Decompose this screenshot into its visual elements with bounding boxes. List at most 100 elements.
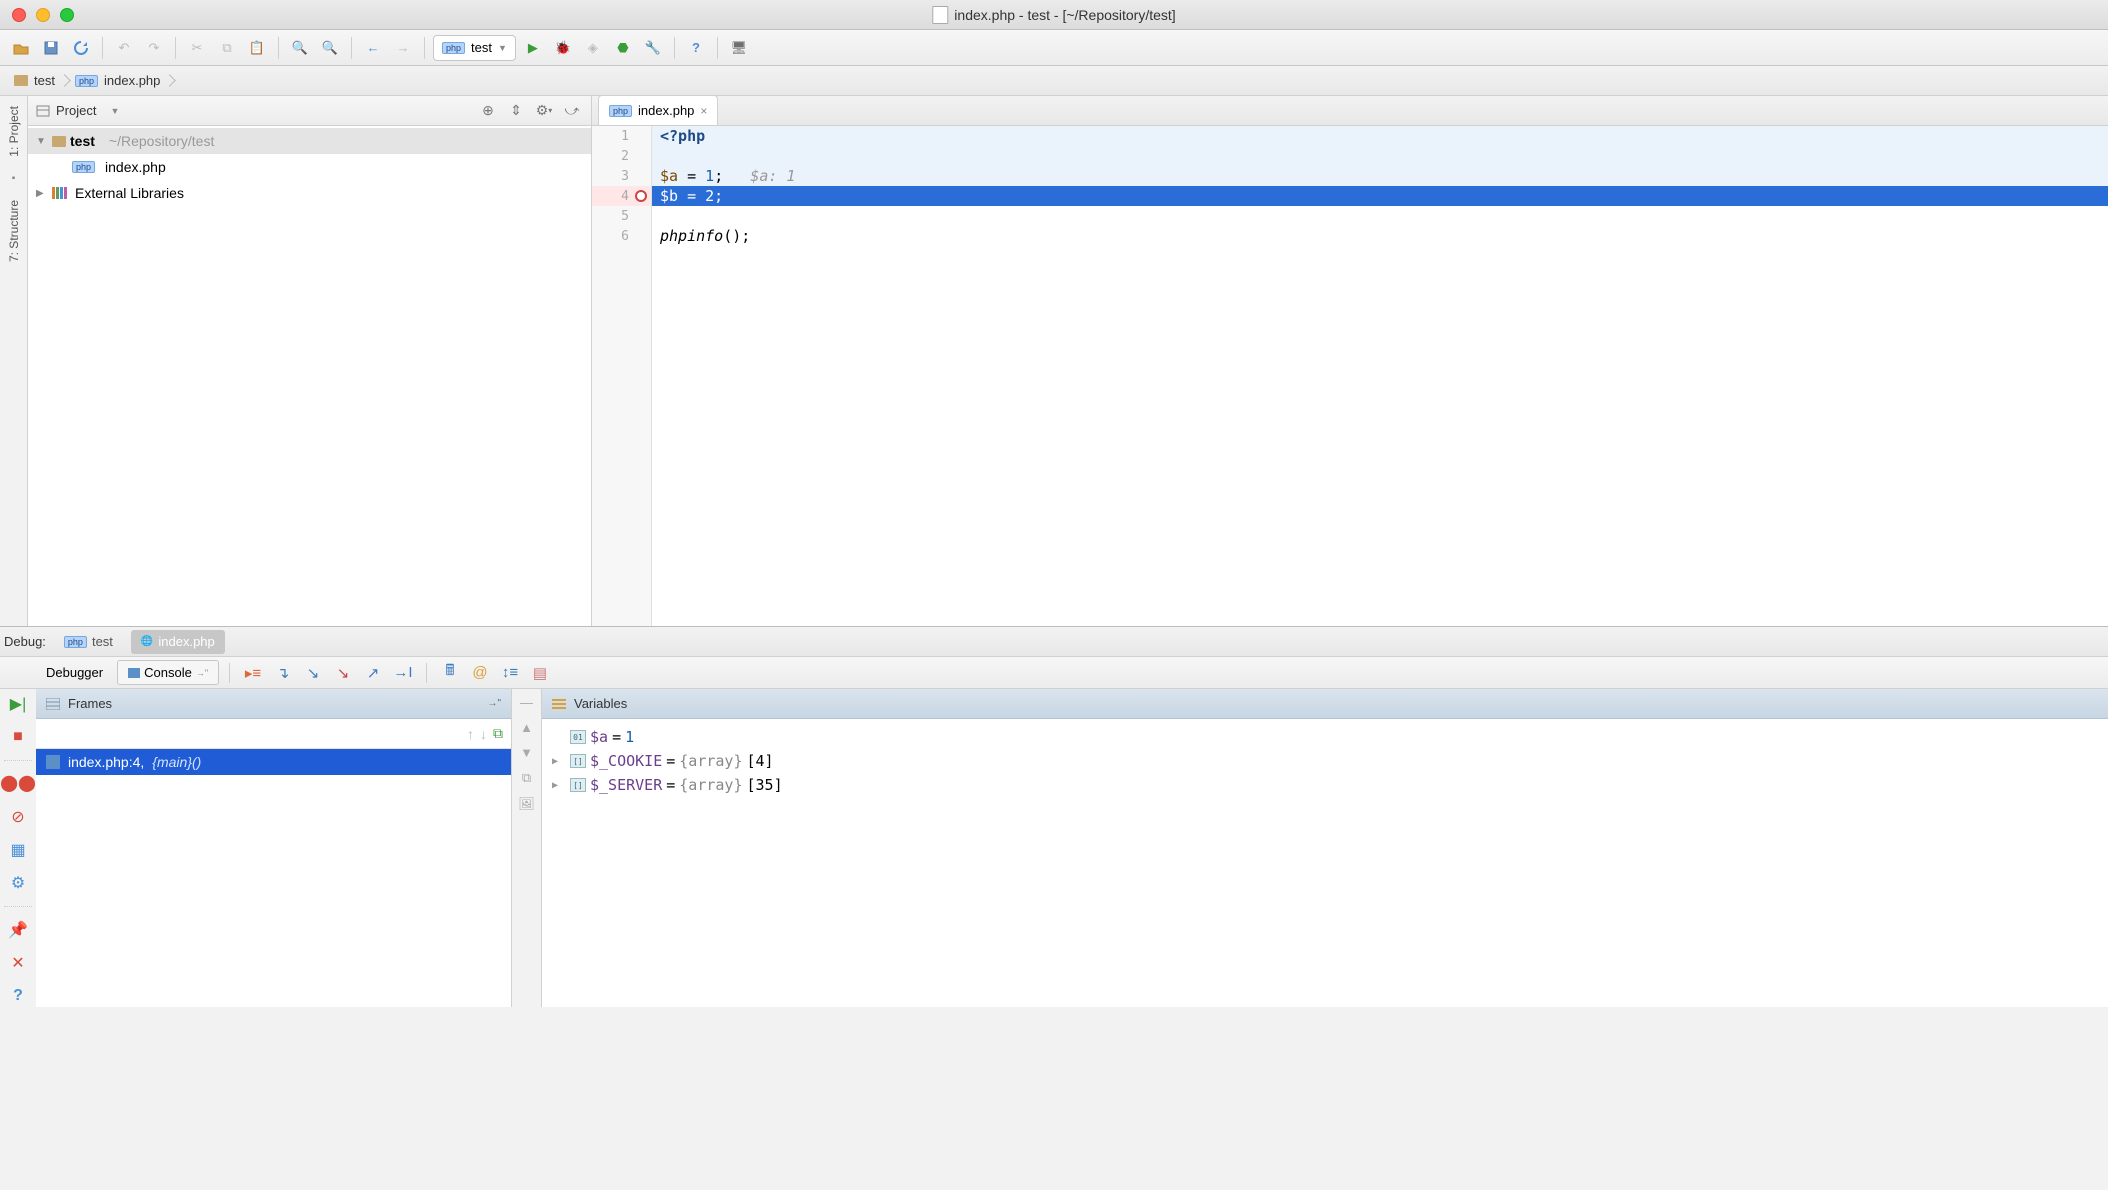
minus-icon[interactable]: — bbox=[520, 695, 533, 710]
close-icon[interactable]: ✕ bbox=[7, 952, 29, 973]
editor-gutter[interactable]: 123456 bbox=[592, 126, 652, 626]
gutter-line[interactable]: 2 bbox=[592, 146, 651, 166]
project-panel: Project ▼ ⊕ ⇕ ⚙▾ ⤻ ▼ test~/Repository/te… bbox=[28, 96, 592, 626]
project-tree[interactable]: ▼ test~/Repository/test php index.php ▶ … bbox=[28, 126, 591, 626]
step-into-icon[interactable]: ↘ bbox=[300, 660, 326, 686]
editor-tab[interactable]: php index.php × bbox=[598, 95, 718, 125]
back-icon[interactable]: ← bbox=[360, 35, 386, 61]
console-tab[interactable]: Console →" bbox=[117, 660, 219, 685]
variable-row[interactable]: 01 $a = 1 bbox=[552, 725, 2098, 749]
run-to-cursor-icon[interactable]: →I bbox=[390, 660, 416, 686]
add-thread-icon[interactable]: ⧉ bbox=[493, 725, 503, 742]
target-icon[interactable]: ⊕ bbox=[477, 100, 499, 122]
mute-breakpoints-icon[interactable]: ⊘ bbox=[7, 806, 29, 827]
close-tab-icon[interactable]: × bbox=[700, 104, 707, 118]
gutter-line[interactable]: 6 bbox=[592, 226, 651, 246]
pin-icon[interactable]: 📌 bbox=[7, 919, 29, 940]
run-icon[interactable]: ▶ bbox=[520, 35, 546, 61]
breakpoint-icon[interactable] bbox=[635, 190, 647, 202]
collapse-icon[interactable]: ⇕ bbox=[505, 100, 527, 122]
gutter-line[interactable]: 1 bbox=[592, 126, 651, 146]
resume-icon[interactable]: ▶| bbox=[7, 693, 29, 714]
sidebar-tab-structure[interactable]: 7: Structure bbox=[5, 194, 23, 268]
window-title: index.php - test - [~/Repository/test] bbox=[932, 6, 1175, 24]
editor-body[interactable]: 123456 <?php $a = 1; $a: 1$b = 2; phpinfo(… bbox=[592, 126, 2108, 626]
code-line[interactable]: phpinfo(); bbox=[652, 226, 2108, 246]
prev-frame-icon[interactable]: ↑ bbox=[467, 726, 474, 742]
expander-icon[interactable]: ▶ bbox=[552, 780, 566, 791]
maximize-window-button[interactable] bbox=[60, 8, 74, 22]
save-icon[interactable] bbox=[38, 35, 64, 61]
undo-icon[interactable]: ↶ bbox=[111, 35, 137, 61]
variables-body[interactable]: 01 $a = 1▶[] $_COOKIE = {array} [4]▶[] $… bbox=[542, 719, 2108, 803]
close-window-button[interactable] bbox=[12, 8, 26, 22]
open-icon[interactable] bbox=[8, 35, 34, 61]
sync-icon[interactable]: 🖥 bbox=[726, 35, 752, 61]
watch-icon[interactable]: @ bbox=[467, 660, 493, 686]
replace-icon[interactable]: 🔍 bbox=[317, 35, 343, 61]
stop-icon[interactable]: 🔧 bbox=[640, 35, 666, 61]
settings-icon[interactable]: ▤ bbox=[527, 660, 553, 686]
expander-icon[interactable]: ▼ bbox=[36, 136, 48, 147]
expander-icon[interactable]: ▶ bbox=[36, 188, 48, 199]
tree-external-libraries[interactable]: ▶ External Libraries bbox=[28, 180, 591, 206]
evaluate-icon[interactable]: 🖩 bbox=[437, 660, 463, 686]
paste-icon[interactable]: 📋 bbox=[244, 35, 270, 61]
force-step-into-icon[interactable]: ↘ bbox=[330, 660, 356, 686]
php-badge-icon: php bbox=[72, 161, 95, 173]
code-line[interactable]: $a = 1; $a: 1 bbox=[652, 166, 2108, 186]
up-icon[interactable]: ▲ bbox=[520, 720, 533, 735]
sort-icon[interactable]: ↕≡ bbox=[497, 660, 523, 686]
debug-tab-index[interactable]: 🌐index.php bbox=[131, 630, 225, 654]
code-line[interactable]: $b = 2; bbox=[652, 186, 2108, 206]
run-config-selector[interactable]: php test ▼ bbox=[433, 35, 516, 61]
code-line[interactable]: <?php bbox=[652, 126, 2108, 146]
help-icon[interactable]: ? bbox=[7, 986, 29, 1007]
down-icon[interactable]: ▼ bbox=[520, 745, 533, 760]
frame-row[interactable]: index.php:4, {main}() bbox=[36, 749, 511, 775]
minimize-window-button[interactable] bbox=[36, 8, 50, 22]
dropdown-caret-icon[interactable]: ▼ bbox=[110, 106, 119, 116]
frames-icon bbox=[46, 698, 60, 710]
view-breakpoints-icon[interactable]: ⬤⬤ bbox=[7, 773, 29, 794]
variable-row[interactable]: ▶[] $_SERVER = {array} [35] bbox=[552, 773, 2098, 797]
layout-icon[interactable]: ▦ bbox=[7, 839, 29, 860]
editor-code[interactable]: <?php $a = 1; $a: 1$b = 2; phpinfo(); bbox=[652, 126, 2108, 626]
copy-icon[interactable]: ⧉ bbox=[522, 770, 531, 786]
cut-icon[interactable]: ✂ bbox=[184, 35, 210, 61]
debug-icon[interactable]: 🐞 bbox=[550, 35, 576, 61]
gutter-line[interactable]: 4 bbox=[592, 186, 651, 206]
settings-gear-icon[interactable]: ⚙ bbox=[7, 873, 29, 894]
redo-icon[interactable]: ↷ bbox=[141, 35, 167, 61]
coverage-icon[interactable]: ◈ bbox=[580, 35, 606, 61]
code-line[interactable] bbox=[652, 146, 2108, 166]
step-over-icon[interactable]: ↴ bbox=[270, 660, 296, 686]
refresh-icon[interactable] bbox=[68, 35, 94, 61]
breadcrumb-item[interactable]: php index.php bbox=[65, 66, 170, 95]
hide-icon[interactable]: ⤻ bbox=[561, 100, 583, 122]
next-frame-icon[interactable]: ↓ bbox=[480, 726, 487, 742]
gutter-line[interactable]: 3 bbox=[592, 166, 651, 186]
show-exec-point-icon[interactable]: ▸≡ bbox=[240, 660, 266, 686]
code-line[interactable] bbox=[652, 206, 2108, 226]
settings-icon[interactable]: ⚙▾ bbox=[533, 100, 555, 122]
find-icon[interactable]: 🔍 bbox=[287, 35, 313, 61]
copy-icon[interactable]: ⧉ bbox=[214, 35, 240, 61]
debugger-tab[interactable]: Debugger bbox=[36, 661, 113, 684]
forward-icon[interactable]: → bbox=[390, 35, 416, 61]
tree-root[interactable]: ▼ test~/Repository/test bbox=[28, 128, 591, 154]
help-icon[interactable]: ? bbox=[683, 35, 709, 61]
variable-row[interactable]: ▶[] $_COOKIE = {array} [4] bbox=[552, 749, 2098, 773]
debug-tab-test[interactable]: phptest bbox=[54, 630, 123, 654]
profile-icon[interactable]: ⬣ bbox=[610, 35, 636, 61]
breadcrumb-item[interactable]: test bbox=[4, 66, 65, 95]
sidebar-tab-project[interactable]: 1: Project bbox=[5, 100, 23, 163]
step-out-icon[interactable]: ↗ bbox=[360, 660, 386, 686]
stop-icon[interactable]: ■ bbox=[7, 726, 29, 747]
tree-item[interactable]: php index.php bbox=[28, 154, 591, 180]
image-icon[interactable]: 🖼 bbox=[518, 796, 535, 812]
var-type-icon: [] bbox=[570, 754, 586, 768]
expander-icon[interactable]: ▶ bbox=[552, 756, 566, 767]
gutter-line[interactable]: 5 bbox=[592, 206, 651, 226]
console-icon bbox=[128, 668, 140, 678]
